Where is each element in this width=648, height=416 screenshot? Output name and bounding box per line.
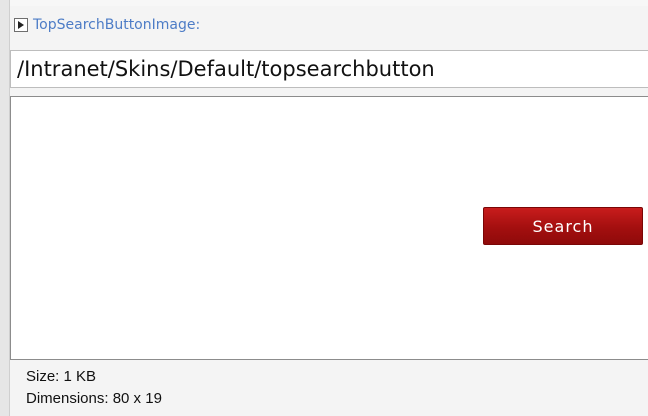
dimensions-value: 80 x 19 xyxy=(112,390,162,407)
search-button-preview-label: Search xyxy=(532,216,594,236)
search-button-preview: Search xyxy=(483,207,643,245)
dimensions-label: Dimensions: xyxy=(26,390,109,407)
left-edge-divider xyxy=(0,0,10,416)
field-label[interactable]: TopSearchButtonImage: xyxy=(33,17,200,33)
image-preview: Search xyxy=(10,96,648,360)
image-path-input[interactable] xyxy=(10,50,648,88)
size-value: 1 KB xyxy=(63,368,97,385)
image-info: Size: 1 KB Dimensions: 80 x 19 xyxy=(26,366,162,410)
expand-arrow-icon[interactable] xyxy=(14,18,28,32)
size-label: Size: xyxy=(26,368,60,385)
size-line: Size: 1 KB xyxy=(26,366,162,388)
field-header[interactable]: TopSearchButtonImage: xyxy=(10,14,200,36)
image-property-panel: TopSearchButtonImage: Search Size: 1 KB … xyxy=(10,6,648,416)
dimensions-line: Dimensions: 80 x 19 xyxy=(26,388,162,410)
